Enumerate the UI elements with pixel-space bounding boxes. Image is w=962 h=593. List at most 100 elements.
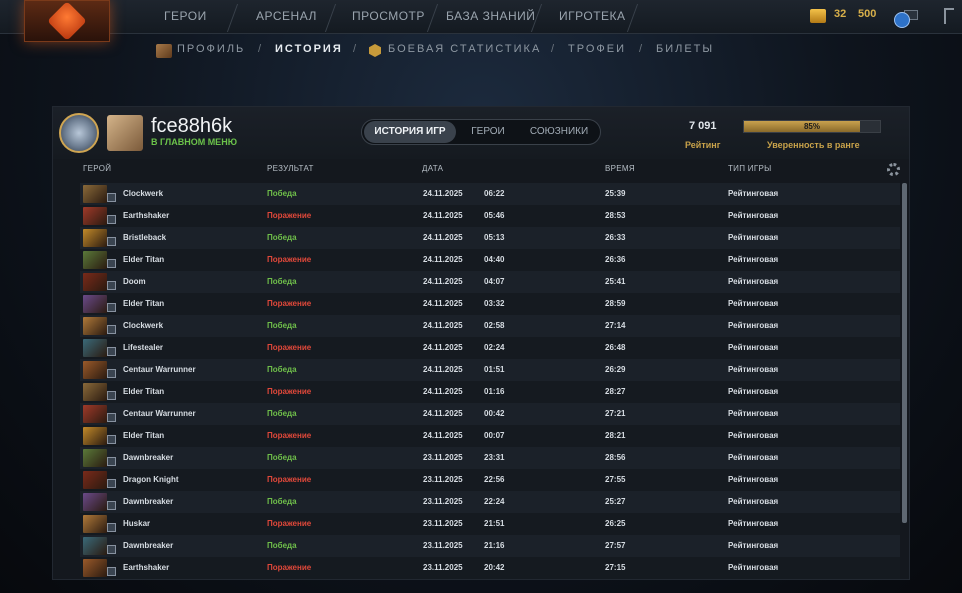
match-duration: 28:56 <box>605 453 626 462</box>
table-row[interactable]: Elder Titan Поражение 24.11.2025 04:40 26:36… <box>80 249 900 271</box>
hero-name: Elder Titan <box>123 255 165 264</box>
rating-value: 7 091 <box>689 120 717 132</box>
table-row[interactable]: Dawnbreaker Победа 23.11.2025 21:16 27:57 Рей… <box>80 535 900 557</box>
match-duration: 25:41 <box>605 277 626 286</box>
subnav-profile[interactable]: ПРОФИЛЬ <box>177 43 245 55</box>
match-result: Победа <box>267 453 297 462</box>
nav-knowledge-base[interactable]: БАЗА ЗНАНИЙ <box>446 0 535 34</box>
column-header-date[interactable]: ДАТА <box>422 164 443 173</box>
nav-separator <box>324 4 337 32</box>
item-slot-icon <box>107 567 116 576</box>
nav-separator <box>226 4 239 32</box>
match-date: 24.11.2025 <box>423 365 463 374</box>
hero-portrait-icon <box>83 339 107 357</box>
column-header-game-type[interactable]: ТИП ИГРЫ <box>728 164 772 173</box>
item-slot-icon <box>107 545 116 554</box>
match-duration: 27:57 <box>605 541 626 550</box>
item-slot-icon <box>107 281 116 290</box>
hero-portrait-icon <box>83 537 107 555</box>
table-row[interactable]: Dragon Knight Поражение 23.11.2025 22:56 27:… <box>80 469 900 491</box>
game-type: Рейтинговая <box>728 365 779 374</box>
nav-watch[interactable]: ПРОСМОТР <box>352 0 425 34</box>
hero-portrait-icon <box>83 185 107 203</box>
hero-portrait-icon <box>83 427 107 445</box>
item-slot-icon <box>107 325 116 334</box>
match-duration: 28:21 <box>605 431 626 440</box>
table-row[interactable]: Lifestealer Поражение 24.11.2025 02:24 26:48… <box>80 337 900 359</box>
table-row[interactable]: Elder Titan Поражение 24.11.2025 00:07 28:21… <box>80 425 900 447</box>
hero-name: Lifestealer <box>123 343 164 352</box>
match-time: 04:07 <box>484 277 505 286</box>
game-type: Рейтинговая <box>728 387 779 396</box>
match-time: 20:42 <box>484 563 505 572</box>
column-header-hero[interactable]: ГЕРОЙ <box>83 164 111 173</box>
match-time: 01:16 <box>484 387 505 396</box>
column-header-duration[interactable]: ВРЕМЯ <box>605 164 635 173</box>
profile-header: fce88h6k В ГЛАВНОМ МЕНЮ ИСТОРИЯ ИГР ГЕРО… <box>53 107 909 159</box>
hero-name: Centaur Warrunner <box>123 409 196 418</box>
nav-armory[interactable]: АРСЕНАЛ <box>256 0 317 34</box>
game-type: Рейтинговая <box>728 343 779 352</box>
column-header-result[interactable]: РЕЗУЛЬТАТ <box>267 164 314 173</box>
hero-portrait-icon <box>83 273 107 291</box>
hero-name: Dawnbreaker <box>123 497 174 506</box>
hero-portrait-icon <box>83 317 107 335</box>
tab-match-history[interactable]: ИСТОРИЯ ИГР <box>364 121 456 143</box>
scrollbar[interactable] <box>902 183 907 523</box>
tab-heroes[interactable]: ГЕРОИ <box>458 121 518 143</box>
username: fce88h6k <box>151 115 233 137</box>
table-row[interactable]: Elder Titan Поражение 24.11.2025 01:16 28:27… <box>80 381 900 403</box>
avatar[interactable] <box>107 115 143 151</box>
match-duration: 28:27 <box>605 387 626 396</box>
hero-name: Clockwerk <box>123 189 164 198</box>
match-result: Поражение <box>267 211 312 220</box>
match-date: 23.11.2025 <box>423 453 463 462</box>
game-type: Рейтинговая <box>728 541 779 550</box>
table-row[interactable]: Clockwerk Победа 24.11.2025 06:22 25:39 Рейти… <box>80 183 900 205</box>
rating-label: Рейтинг <box>685 140 721 150</box>
table-row[interactable]: Huskar Поражение 23.11.2025 21:51 26:25 Рейти… <box>80 513 900 535</box>
subnav-battle-stats[interactable]: БОЕВАЯ СТАТИСТИКА <box>388 43 541 55</box>
subnav-trophies[interactable]: ТРОФЕИ <box>568 43 626 55</box>
gear-icon[interactable] <box>887 163 900 176</box>
table-row[interactable]: Elder Titan Поражение 24.11.2025 03:32 28:59… <box>80 293 900 315</box>
match-result: Поражение <box>267 343 312 352</box>
game-type: Рейтинговая <box>728 189 779 198</box>
item-slot-icon <box>107 369 116 378</box>
match-result: Поражение <box>267 563 312 572</box>
table-row[interactable]: Bristleback Победа 24.11.2025 05:13 26:33 Рей… <box>80 227 900 249</box>
tab-allies[interactable]: СОЮЗНИКИ <box>520 121 598 143</box>
report-flag-icon[interactable] <box>944 8 954 24</box>
table-row[interactable]: Dawnbreaker Победа 23.11.2025 22:24 25:27 Рей… <box>80 491 900 513</box>
nav-heroes[interactable]: ГЕРОИ <box>164 0 207 34</box>
table-row[interactable]: Centaur Warrunner Победа 24.11.2025 00:42 27… <box>80 403 900 425</box>
table-row[interactable]: Dawnbreaker Победа 23.11.2025 23:31 28:56 Рей… <box>80 447 900 469</box>
table-row[interactable]: Centaur Warrunner Победа 24.11.2025 01:51 26… <box>80 359 900 381</box>
match-date: 24.11.2025 <box>423 431 463 440</box>
match-date: 23.11.2025 <box>423 475 463 484</box>
game-type: Рейтинговая <box>728 277 779 286</box>
match-date: 24.11.2025 <box>423 211 463 220</box>
rank-medal-icon <box>59 113 99 153</box>
hero-name: Dragon Knight <box>123 475 179 484</box>
match-time: 05:13 <box>484 233 505 242</box>
item-slot-icon <box>107 391 116 400</box>
dota-logo-button[interactable] <box>24 0 110 42</box>
match-date: 23.11.2025 <box>423 541 463 550</box>
table-row[interactable]: Earthshaker Поражение 24.11.2025 05:46 28:53… <box>80 205 900 227</box>
nav-arcade[interactable]: ИГРОТЕКА <box>559 0 626 34</box>
match-date: 24.11.2025 <box>423 255 463 264</box>
match-date: 24.11.2025 <box>423 343 463 352</box>
table-row[interactable]: Clockwerk Победа 24.11.2025 02:58 27:14 Рейти… <box>80 315 900 337</box>
nav-separator <box>626 4 639 32</box>
table-row[interactable]: Doom Победа 24.11.2025 04:07 25:41 Рейтингова… <box>80 271 900 293</box>
table-row[interactable]: Earthshaker Поражение 23.11.2025 20:42 27:15… <box>80 557 900 579</box>
match-result: Победа <box>267 365 297 374</box>
hero-name: Elder Titan <box>123 431 165 440</box>
match-duration: 28:59 <box>605 299 626 308</box>
match-duration: 26:29 <box>605 365 626 374</box>
subnav-tickets[interactable]: БИЛЕТЫ <box>656 43 714 55</box>
chat-icon[interactable] <box>894 12 910 28</box>
match-date: 23.11.2025 <box>423 519 463 528</box>
subnav-history[interactable]: ИСТОРИЯ <box>275 43 343 55</box>
